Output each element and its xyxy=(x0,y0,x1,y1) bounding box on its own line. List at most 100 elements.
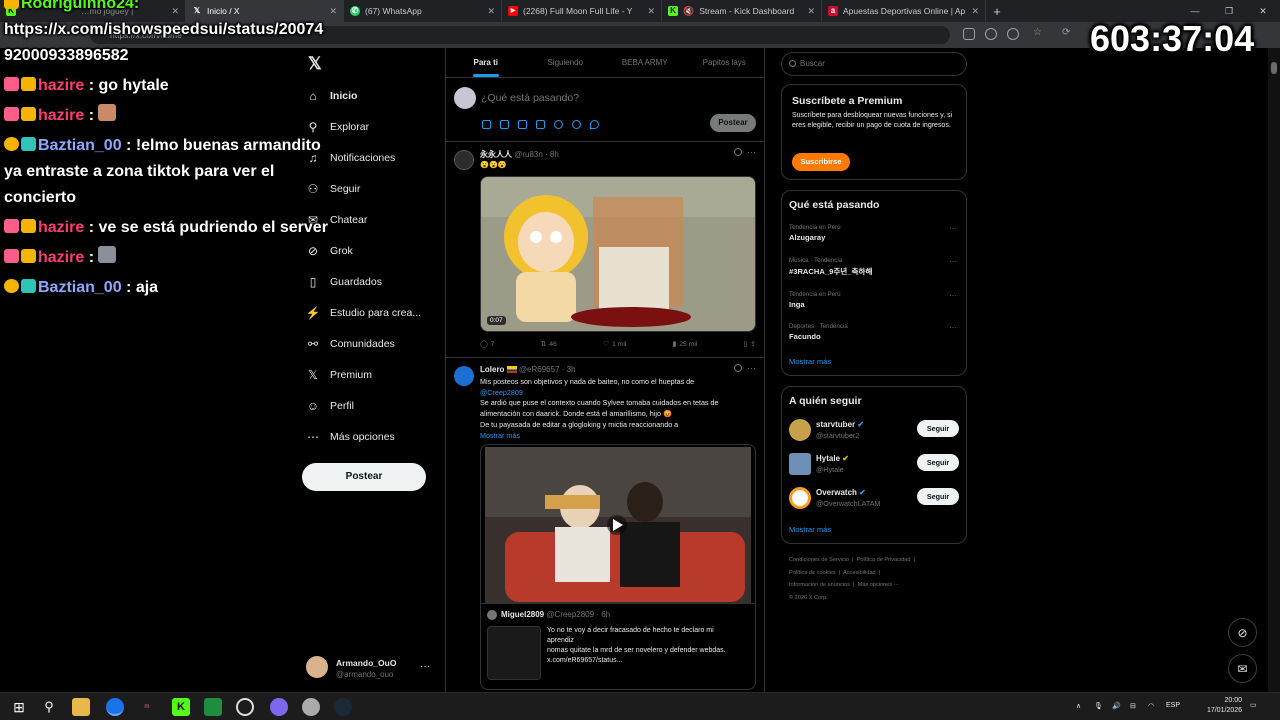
follow-button[interactable]: Seguir xyxy=(917,454,959,471)
video-frame[interactable] xyxy=(485,447,756,607)
compose-post-button[interactable]: Postear xyxy=(710,114,756,132)
tweet[interactable]: 永永人人 @ru83n · 8h ··· 😮😮😮 0:07 ◯ 7 ⇅ 46 ♡… xyxy=(446,142,764,358)
chart-app-icon[interactable] xyxy=(204,698,222,716)
windows-start-icon[interactable]: ⊞ xyxy=(10,698,28,716)
more-icon[interactable]: ··· xyxy=(949,257,957,266)
bookmark-star-icon[interactable]: ☆ xyxy=(1033,27,1042,38)
follow-button[interactable]: Seguir xyxy=(917,420,959,437)
tab-whatsapp[interactable]: ✆ (67) WhatsApp ✕ xyxy=(344,0,502,22)
tweet-author-handle[interactable]: @ru83n xyxy=(514,150,543,159)
more-icon[interactable]: ··· xyxy=(949,323,957,332)
quoted-author-handle[interactable]: @Creep2809 xyxy=(546,610,594,619)
follow-suggestion[interactable]: starvtuber ✔ @starvtuber2 Seguir xyxy=(789,417,961,443)
avatar[interactable] xyxy=(454,366,474,386)
more-icon[interactable]: ··· xyxy=(747,147,756,157)
gif-icon[interactable] xyxy=(500,120,509,129)
sidebar-item-mas-opciones[interactable]: ⋯ Más opciones xyxy=(306,425,395,449)
quoted-thumbnail[interactable] xyxy=(487,626,541,680)
show-more-link[interactable]: Mostrar más xyxy=(789,357,831,366)
more-icon[interactable]: ··· xyxy=(420,661,430,672)
scrollbar-thumb[interactable] xyxy=(1271,62,1277,74)
follow-button[interactable]: Seguir xyxy=(917,488,959,505)
grok-icon[interactable] xyxy=(734,364,742,372)
messages-fab[interactable]: ✉ xyxy=(1228,654,1257,683)
tab-beba-army[interactable]: BEBA ARMY xyxy=(605,48,685,77)
compose-input[interactable]: ¿Qué está pasando? xyxy=(481,92,579,104)
minimize-icon[interactable]: — xyxy=(1178,6,1212,16)
more-icon[interactable]: ··· xyxy=(949,224,957,233)
footer-link[interactable]: Política de Privacidad xyxy=(857,557,911,563)
mention-link[interactable]: @Creep2809 xyxy=(480,388,758,399)
footer-link[interactable]: Condiciones de Servicio xyxy=(789,557,849,563)
chevron-up-icon[interactable]: ∧ xyxy=(1076,702,1081,710)
language-indicator[interactable]: ESP xyxy=(1166,702,1180,709)
install-app-icon[interactable] xyxy=(963,28,975,40)
quoted-author-name[interactable]: Miguel2809 xyxy=(501,610,544,619)
more-circle-icon[interactable] xyxy=(1007,28,1019,40)
extensions-icon[interactable]: ⟳ xyxy=(1062,27,1070,38)
subscribe-button[interactable]: Suscribirse xyxy=(792,153,850,171)
footer-link[interactable]: Accesibilidad xyxy=(843,570,876,576)
tab-siguiendo[interactable]: Siguiendo xyxy=(526,48,606,77)
image-icon[interactable] xyxy=(482,120,491,129)
tweet-video[interactable]: 0:07 xyxy=(480,176,756,332)
post-button[interactable]: Postear xyxy=(302,463,426,491)
app-icon[interactable] xyxy=(302,698,320,716)
tweet-author-name[interactable]: 永永人人 xyxy=(480,150,512,159)
like-action[interactable]: ♡ 1 mil xyxy=(603,340,626,349)
maximize-icon[interactable]: ❐ xyxy=(1212,6,1246,17)
tab-papitos-lays[interactable]: Papitos lays xyxy=(685,48,765,77)
footer-link[interactable]: Política de cookies xyxy=(789,570,836,576)
repost-action[interactable]: ⇅ 46 xyxy=(541,340,557,349)
steam-icon[interactable] xyxy=(334,698,352,716)
reply-action[interactable]: ◯ 7 xyxy=(480,340,494,349)
new-tab-button[interactable]: + xyxy=(986,4,1008,19)
tab-para-ti[interactable]: Para ti xyxy=(446,48,526,77)
views-action[interactable]: ▮ 25 mil xyxy=(672,340,697,349)
tweet[interactable]: Lolero @eR69657 · 3h ··· Mis posteos son… xyxy=(446,358,764,692)
headset-icon[interactable]: ◠ xyxy=(1148,702,1154,710)
tweet-time[interactable]: 8h xyxy=(550,150,559,159)
search-input[interactable]: Buscar xyxy=(781,52,967,76)
kick-icon[interactable]: K xyxy=(172,698,190,716)
avatar[interactable] xyxy=(789,487,811,509)
notification-icon[interactable]: ▭ xyxy=(1250,701,1257,709)
search-icon[interactable]: ⚲ xyxy=(40,698,58,716)
tweet-author-handle[interactable]: @eR69657 xyxy=(519,365,560,374)
mic-icon[interactable]: 🎙 xyxy=(1094,702,1103,710)
grok-fab[interactable]: ⊘ xyxy=(1228,618,1257,647)
tab-kick-dashboard[interactable]: K 🔇 Stream - Kick Dashboard ✕ xyxy=(662,0,822,22)
close-icon[interactable]: ✕ xyxy=(487,6,495,17)
grok-icon[interactable] xyxy=(734,148,742,156)
follow-suggestion[interactable]: Overwatch ✔ @OverwatchLATAM Seguir xyxy=(789,485,961,511)
zoom-icon[interactable] xyxy=(985,28,997,40)
sidebar-item-perfil[interactable]: ☺ Perfil xyxy=(306,394,354,418)
sidebar-item-comunidades[interactable]: ⚯ Comunidades xyxy=(306,332,395,356)
close-icon[interactable]: ✕ xyxy=(807,6,815,17)
show-more-link[interactable]: Mostrar más xyxy=(789,525,831,534)
trend-item[interactable]: Deportes · Tendencia Facundo ··· xyxy=(789,323,961,341)
quoted-tweet[interactable]: Miguel2809 @Creep2809 · 6h Yo no te voy … xyxy=(480,444,756,690)
tab-youtube[interactable]: ▶ (2268) Full Moon Full Life - Y ✕ xyxy=(502,0,662,22)
footer-link[interactable]: Más opciones ··· xyxy=(858,582,900,588)
schedule-icon[interactable] xyxy=(572,120,581,129)
discord-icon[interactable] xyxy=(270,698,288,716)
network-icon[interactable]: ⊟ xyxy=(1130,702,1136,710)
follow-suggestion[interactable]: Hytale ✔ @Hytale Seguir xyxy=(789,451,961,477)
app-icon[interactable] xyxy=(236,698,254,716)
close-window-icon[interactable]: ✕ xyxy=(1246,6,1280,17)
edge-browser-icon[interactable] xyxy=(106,698,124,716)
file-explorer-icon[interactable] xyxy=(72,698,90,716)
show-more-link[interactable]: Mostrar más xyxy=(480,431,758,442)
trend-item[interactable]: Música · Tendencia #3RACHA_9주년_축하해 ··· xyxy=(789,257,961,277)
account-switcher[interactable]: Armando_OuO @armando_ouo ··· xyxy=(306,653,440,683)
page-scrollbar[interactable] xyxy=(1268,48,1280,692)
avatar[interactable] xyxy=(789,419,811,441)
avatar[interactable] xyxy=(454,150,474,170)
trend-item[interactable]: Tendencia en Perú Inga ··· xyxy=(789,291,961,309)
app-icon[interactable]: ᵐ xyxy=(138,698,156,716)
tab-apuestas[interactable]: a Apuestas Deportivas Online | Apu ✕ xyxy=(822,0,986,22)
poll-icon[interactable] xyxy=(536,120,545,129)
emoji-icon[interactable] xyxy=(554,120,563,129)
speaker-icon[interactable]: 🔊 xyxy=(1112,702,1121,710)
